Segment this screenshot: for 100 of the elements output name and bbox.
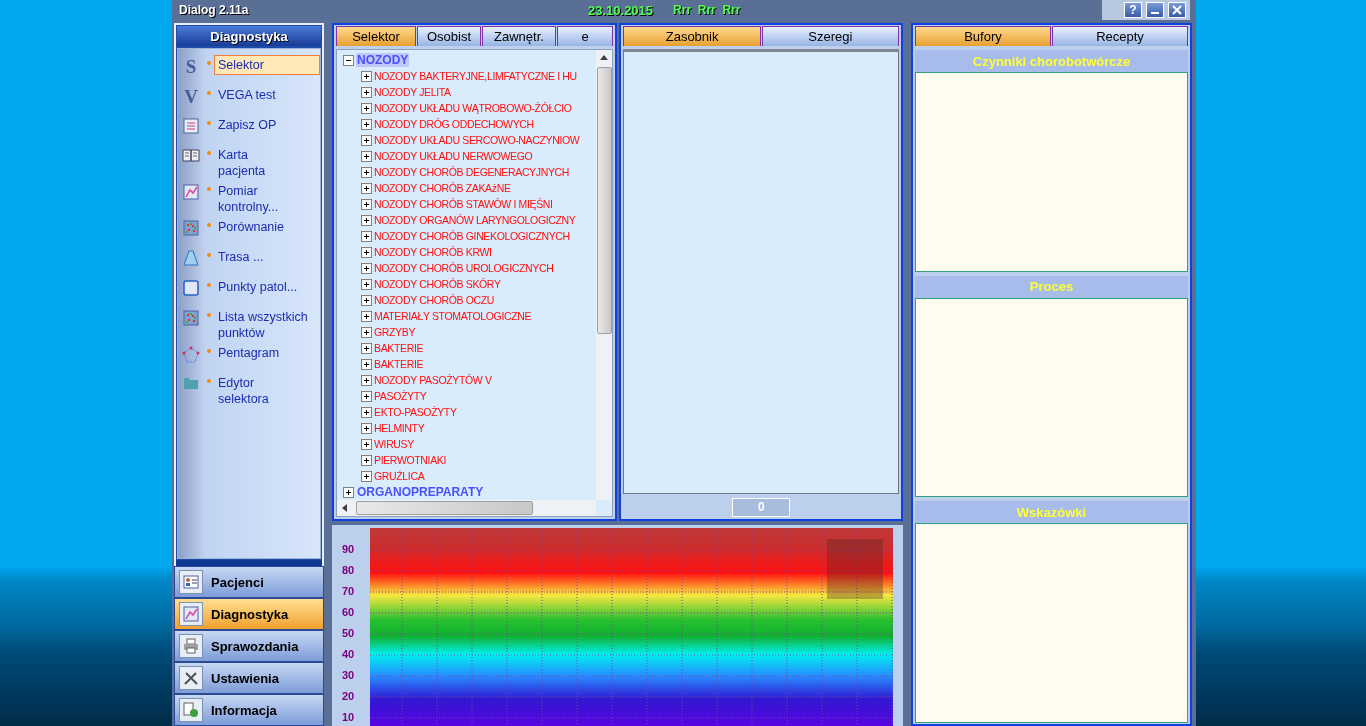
tree-node[interactable]: NOZODY CHORÓB STAWÓW I MIĘŚNI bbox=[374, 198, 553, 210]
tree-node[interactable]: EKTO-PASOŻYTY bbox=[374, 406, 457, 418]
minimize-button[interactable] bbox=[1146, 2, 1164, 18]
nav-button[interactable]: Sprawozdania bbox=[174, 630, 324, 662]
expand-icon[interactable] bbox=[361, 342, 372, 354]
expand-icon[interactable] bbox=[361, 358, 372, 370]
tree-node[interactable]: NOZODY bbox=[356, 53, 410, 67]
expand-icon[interactable] bbox=[361, 246, 372, 258]
expand-icon[interactable] bbox=[361, 294, 372, 306]
info-icon bbox=[183, 702, 199, 718]
tab[interactable]: Zasobnik bbox=[623, 26, 761, 46]
scale-label: 60 bbox=[342, 606, 356, 620]
collapse-icon[interactable] bbox=[343, 54, 354, 66]
tree-node[interactable]: NOZODY UKŁADU WĄTROBOWO-ŻÓŁCIO bbox=[374, 102, 572, 114]
expand-icon[interactable] bbox=[361, 470, 372, 482]
tab[interactable]: Selektor bbox=[336, 26, 416, 46]
nav-button[interactable]: Informacja bbox=[174, 694, 324, 726]
tree-node[interactable]: NOZODY DRÓG ODDECHOWYCH bbox=[374, 118, 534, 130]
expand-icon[interactable] bbox=[361, 150, 372, 162]
bullet-icon bbox=[207, 283, 211, 287]
tab[interactable]: Szeregi bbox=[761, 26, 899, 46]
bullet-icon bbox=[207, 253, 211, 257]
tree-node[interactable]: PIERWOTNIAKI bbox=[374, 454, 447, 466]
tree-node[interactable]: ORGANOPREPARATY bbox=[356, 485, 485, 499]
expand-icon[interactable] bbox=[361, 182, 372, 194]
expand-icon[interactable] bbox=[361, 326, 372, 338]
tree-node[interactable]: NOZODY ORGANÓW LARYNGOLOGICZNY bbox=[374, 214, 576, 226]
tree-node[interactable]: BAKTERIE bbox=[374, 342, 424, 354]
expand-icon[interactable] bbox=[361, 118, 372, 130]
tree-node[interactable]: NOZODY CHORÓB ZAKAżNE bbox=[374, 182, 511, 194]
tree-node[interactable]: MATERIAŁY STOMATOLOGICZNE bbox=[374, 310, 532, 322]
vertical-scrollbar[interactable] bbox=[596, 50, 613, 500]
bullet-icon bbox=[207, 187, 211, 191]
sidebar-item[interactable]: Selektor bbox=[214, 55, 320, 75]
printer-icon bbox=[183, 638, 199, 654]
tree-node[interactable]: NOZODY CHORÓB KRWI bbox=[374, 246, 492, 258]
tree-node[interactable]: NOZODY UKŁADU SERCOWO-NACZYNIOW bbox=[374, 134, 580, 146]
tree-node[interactable]: NOZODY CHORÓB UROLOGICZNYCH bbox=[374, 262, 554, 274]
expand-icon[interactable] bbox=[361, 278, 372, 290]
tree-node[interactable]: GRZYBY bbox=[374, 326, 416, 338]
nav-button[interactable]: Diagnostyka bbox=[174, 598, 324, 630]
tree-node[interactable]: NOZODY JELITA bbox=[374, 86, 451, 98]
sidebar-item[interactable]: Pentagram bbox=[214, 343, 320, 363]
sidebar-item[interactable]: Punkty patol... bbox=[214, 277, 320, 297]
tree-node[interactable]: NOZODY BAKTERYJNE,LIMFATYCZNE I HU bbox=[374, 70, 577, 82]
tree-node[interactable]: GRUŹLICA bbox=[374, 470, 425, 482]
expand-icon[interactable] bbox=[361, 310, 372, 322]
expand-icon[interactable] bbox=[343, 486, 354, 498]
scroll-up-icon[interactable] bbox=[600, 55, 609, 60]
expand-icon[interactable] bbox=[361, 422, 372, 434]
status-text: Rrr Rrr Rrr bbox=[673, 3, 741, 17]
tree-node[interactable]: HELMINTY bbox=[374, 422, 425, 434]
nav-button[interactable]: Ustawienia bbox=[174, 662, 324, 694]
expand-icon[interactable] bbox=[361, 230, 372, 242]
tree-node[interactable]: NOZODY CHORÓB DEGENERACYJNYCH bbox=[374, 166, 569, 178]
item-count: 0 bbox=[732, 497, 791, 517]
expand-icon[interactable] bbox=[361, 454, 372, 466]
tree-node[interactable]: BAKTERIE bbox=[374, 358, 424, 370]
horizontal-scrollbar[interactable] bbox=[337, 500, 597, 516]
expand-icon[interactable] bbox=[361, 70, 372, 82]
sidebar-item[interactable]: Porównanie bbox=[214, 217, 320, 237]
scroll-left-icon[interactable] bbox=[342, 504, 347, 512]
pentagon-icon bbox=[182, 346, 200, 364]
tab[interactable]: e bbox=[557, 26, 613, 46]
close-button[interactable] bbox=[1168, 2, 1186, 18]
tree-node[interactable]: NOZODY CHORÓB GINEKOLOGICZNYCH bbox=[374, 230, 570, 242]
tree-node[interactable]: NOZODY UKŁADU NERWOWEGO bbox=[374, 150, 533, 162]
expand-icon[interactable] bbox=[361, 390, 372, 402]
help-button[interactable]: ? bbox=[1124, 2, 1142, 18]
expand-icon[interactable] bbox=[361, 438, 372, 450]
expand-icon[interactable] bbox=[361, 406, 372, 418]
expand-icon[interactable] bbox=[361, 102, 372, 114]
expand-icon[interactable] bbox=[361, 374, 372, 386]
tab[interactable]: Osobist bbox=[417, 26, 481, 46]
expand-icon[interactable] bbox=[361, 86, 372, 98]
tab[interactable]: Recepty bbox=[1052, 26, 1188, 46]
tree-node[interactable]: NOZODY CHORÓB SKÓRY bbox=[374, 278, 501, 290]
scale-label: 30 bbox=[342, 669, 356, 683]
tree-node[interactable]: WIRUSY bbox=[374, 438, 414, 450]
sidebar-item[interactable]: Pomiar kontrolny... bbox=[214, 181, 320, 217]
scale-label: 70 bbox=[342, 585, 356, 599]
tree-node[interactable]: NOZODY PASOŻYTÓW V bbox=[374, 374, 492, 386]
sidebar-item[interactable]: Karta pacjenta bbox=[214, 145, 320, 181]
expand-icon[interactable] bbox=[361, 262, 372, 274]
sidebar-item[interactable]: Trasa ... bbox=[214, 247, 320, 267]
tree-node[interactable]: PASOŻYTY bbox=[374, 390, 427, 402]
expand-icon[interactable] bbox=[361, 214, 372, 226]
tab[interactable]: Zawnętr. bbox=[482, 26, 556, 46]
expand-icon[interactable] bbox=[361, 166, 372, 178]
expand-icon[interactable] bbox=[361, 134, 372, 146]
sidebar-item[interactable]: Zapisz OP bbox=[214, 115, 320, 135]
sidebar-item[interactable]: Lista wszystkich punktów bbox=[214, 307, 320, 343]
bullet-icon bbox=[207, 313, 211, 317]
tree-node[interactable]: NOZODY CHORÓB OCZU bbox=[374, 294, 495, 306]
folder-icon bbox=[183, 376, 199, 390]
tab[interactable]: Bufory bbox=[915, 26, 1051, 46]
nav-button[interactable]: Pacjenci bbox=[174, 566, 324, 598]
sidebar-item[interactable]: Edytor selektora bbox=[214, 373, 320, 409]
sidebar-item[interactable]: VEGA test bbox=[214, 85, 320, 105]
expand-icon[interactable] bbox=[361, 198, 372, 210]
